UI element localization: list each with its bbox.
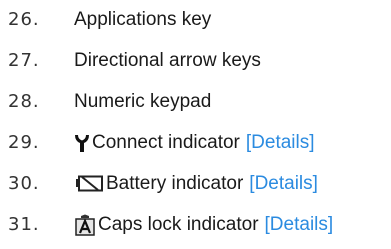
item-label: Caps lock indicator [98, 214, 259, 235]
item-number: 28. [8, 91, 40, 112]
list-item: 26. Applications key [8, 6, 211, 34]
item-label: Numeric keypad [74, 91, 212, 112]
list-item: 29. Connect indicator [Details] [8, 129, 315, 157]
list-item: 27. Directional arrow keys [8, 47, 261, 75]
antenna-icon [74, 133, 90, 153]
item-number: 29. [8, 132, 40, 153]
details-link[interactable]: [Details] [265, 211, 334, 239]
list-item: 28. Numeric keypad [8, 88, 211, 116]
caps-lock-icon [74, 214, 96, 236]
details-link[interactable]: [Details] [246, 129, 315, 157]
list-item: 30. Battery indicator [Details] [8, 170, 318, 198]
item-label: Directional arrow keys [74, 50, 261, 71]
item-number: 26. [8, 9, 40, 30]
item-label: Connect indicator [92, 132, 240, 153]
item-number: 30. [8, 173, 40, 194]
details-link[interactable]: [Details] [249, 170, 318, 198]
item-label: Battery indicator [106, 173, 244, 194]
item-label: Applications key [74, 9, 212, 30]
item-number: 27. [8, 50, 40, 71]
list-item: 31. Caps lock indicator [Details] [8, 211, 333, 239]
item-number: 31. [8, 214, 40, 235]
battery-icon [74, 174, 104, 194]
